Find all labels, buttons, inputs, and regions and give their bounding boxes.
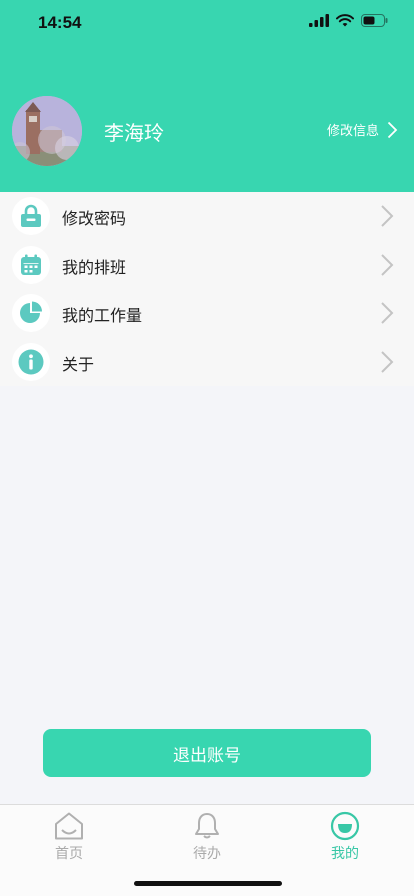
menu-item-label: 我的排班 [62,257,127,277]
home-icon [55,812,83,840]
status-bar: 14:54 [0,0,414,46]
tab-todo[interactable]: 待办 [172,811,242,863]
signal-icon [309,14,329,27]
chevron-right-icon [381,350,394,373]
user-name: 李海玲 [104,121,164,145]
chevron-right-icon [381,253,394,276]
lock-icon [12,197,50,235]
chevron-right-icon [381,302,394,324]
status-icons [309,14,388,27]
edit-info-link[interactable]: 修改信息 [327,120,398,139]
menu-item-my-schedule[interactable]: 我的排班 [0,240,414,289]
avatar[interactable] [12,96,82,166]
tab-home[interactable]: 首页 [34,811,104,863]
menu-item-label: 修改密码 [62,209,127,228]
menu-item-my-workload[interactable]: 我的工作量 [0,289,414,338]
edit-info-label: 修改信息 [326,124,379,139]
info-icon [12,342,50,381]
battery-icon [361,14,388,27]
chevron-right-icon [381,205,394,227]
pie-chart-icon [12,294,50,332]
menu-item-about[interactable]: 关于 [0,337,414,386]
smile-icon [330,811,360,841]
wifi-icon [336,14,354,27]
tab-label: 首页 [55,846,83,862]
status-time: 14:54 [38,13,82,32]
logout-button[interactable]: 退出账号 [43,729,371,777]
menu-item-label: 关于 [62,354,95,374]
tab-label: 待办 [193,846,221,862]
chevron-right-icon [387,121,398,138]
home-indicator [134,881,282,886]
calendar-icon [12,245,50,284]
settings-menu: 修改密码 我的排班 我的工作量 关于 [0,192,414,386]
avatar-photo [12,96,82,166]
tab-label: 我的 [331,846,359,862]
bell-icon [195,813,219,839]
menu-item-change-password[interactable]: 修改密码 [0,192,414,241]
screen: 14:54 李海玲 修改信息 修改密码 我的排班 我的工作量 关于 退出账号 首… [0,0,414,896]
profile-header: 14:54 李海玲 修改信息 [0,0,414,192]
tab-mine[interactable]: 我的 [310,811,380,863]
menu-item-label: 我的工作量 [62,306,143,325]
